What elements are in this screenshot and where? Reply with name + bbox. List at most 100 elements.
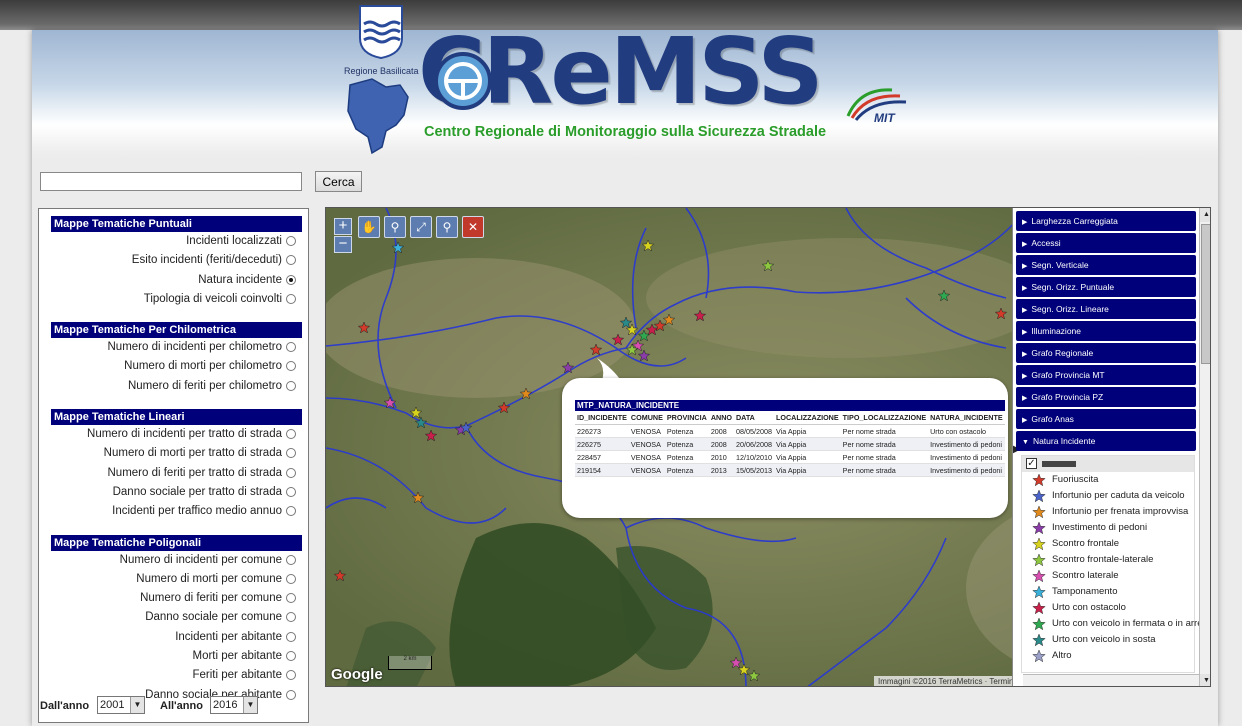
zoom-out-button[interactable]: − — [334, 236, 352, 253]
option-radio[interactable] — [286, 448, 296, 459]
scroll-down-icon[interactable]: ▼ — [1200, 674, 1210, 686]
thematic-maps-panel: Mappe Tematiche Puntuali Incidenti locali… — [38, 208, 309, 723]
thematic-option[interactable]: Incidenti localizzati — [51, 232, 302, 251]
layer-item[interactable]: ▶ Segn. Orizz. Lineare — [1016, 299, 1196, 319]
option-radio[interactable] — [286, 573, 296, 584]
option-radio[interactable] — [286, 429, 296, 440]
scroll-up-icon[interactable]: ▲ — [1200, 208, 1210, 222]
option-label: Numero di feriti per tratto di strada — [107, 466, 283, 479]
chevron-right-icon: ▶ — [1022, 395, 1028, 402]
pan-hand-icon[interactable]: ✋ — [358, 216, 380, 238]
option-label: Numero di incidenti per tratto di strada — [87, 428, 282, 441]
layer-item[interactable]: ▶ Grafo Regionale — [1016, 343, 1196, 363]
option-radio[interactable] — [286, 631, 296, 642]
thematic-option[interactable]: Danno sociale per tratto di strada — [51, 483, 302, 502]
search-input[interactable] — [40, 172, 302, 191]
thematic-option[interactable]: Feriti per abitante — [51, 666, 302, 685]
option-radio[interactable] — [286, 612, 296, 623]
table-cell: VENOSA — [628, 437, 665, 451]
layer-visibility-checkbox[interactable]: ✓ — [1026, 458, 1037, 469]
year-to-label: All'anno — [160, 700, 203, 712]
thematic-option[interactable]: Numero di incidenti per chilometro — [51, 338, 302, 357]
layer-label: Grafo Regionale — [1031, 348, 1094, 358]
thematic-option[interactable]: Natura incidente — [51, 271, 302, 290]
chevron-down-icon[interactable]: ▼ — [130, 697, 144, 713]
year-from-label: Dall'anno — [40, 700, 90, 712]
thematic-option[interactable]: Incidenti per traffico medio annuo — [51, 502, 302, 521]
option-radio[interactable] — [286, 467, 296, 478]
legend-item: Infortunio per caduta da veicolo — [1022, 488, 1194, 504]
clear-selection-icon[interactable]: ✕ — [462, 216, 484, 238]
full-extent-icon[interactable]: ⤢ — [410, 216, 432, 238]
layer-item[interactable]: ▶ Segn. Orizz. Puntuale — [1016, 277, 1196, 297]
option-radio[interactable] — [286, 380, 296, 391]
thematic-option[interactable]: Numero di morti per comune — [51, 570, 302, 589]
option-radio[interactable] — [286, 361, 296, 372]
scale-bar: 2 km — [388, 656, 432, 670]
legend-horizontal-scrollbar[interactable] — [1023, 674, 1199, 686]
option-label: Numero di incidenti per comune — [119, 553, 282, 566]
table-cell: 20/06/2008 — [733, 437, 774, 451]
year-to-select[interactable]: 2016 ▼ — [210, 696, 258, 714]
zoom-in-button[interactable]: + — [334, 218, 352, 235]
search-button[interactable]: Cerca — [315, 171, 362, 192]
option-label: Incidenti per abitante — [175, 630, 282, 643]
table-cell: Per nome strada — [840, 437, 929, 451]
thematic-option[interactable]: Tipologia di veicoli coinvolti — [51, 290, 302, 309]
thematic-option[interactable]: Numero di feriti per comune — [51, 589, 302, 608]
option-radio[interactable] — [286, 236, 296, 246]
layer-item[interactable]: ▶ Larghezza Carreggiata — [1016, 211, 1196, 231]
layer-item[interactable]: ▶ Accessi — [1016, 233, 1196, 253]
thematic-option[interactable]: Numero di morti per chilometro — [51, 357, 302, 376]
scrollbar-thumb[interactable] — [1201, 224, 1210, 364]
table-cell: 2010 — [708, 450, 734, 464]
legend-item: Scontro laterale — [1022, 568, 1194, 584]
legend-item: Urto con ostacolo — [1022, 600, 1194, 616]
thematic-option[interactable]: Numero di morti per tratto di strada — [51, 444, 302, 463]
option-label: Esito incidenti (feriti/deceduti) — [131, 254, 282, 267]
layer-item[interactable]: ▶ Grafo Provincia MT — [1016, 365, 1196, 385]
zoom-box-icon[interactable]: ⚲ — [384, 216, 406, 238]
chevron-right-icon: ▶ — [1022, 219, 1028, 226]
option-radio[interactable] — [286, 486, 296, 497]
legend-label: Urto con ostacolo — [1052, 602, 1126, 613]
option-label: Incidenti localizzati — [186, 235, 282, 247]
option-label: Tipologia di veicoli coinvolti — [143, 292, 282, 305]
layer-item[interactable]: ▶ Segn. Verticale — [1016, 255, 1196, 275]
option-radio[interactable] — [286, 670, 296, 681]
layer-item[interactable]: ▶ Grafo Anas — [1016, 409, 1196, 429]
map-viewer[interactable]: + − ✋ ⚲ ⤢ ⚲ ✕ MTP_NATURA_INCIDENTE ID_IN… — [325, 207, 1211, 687]
thematic-option[interactable]: Morti per abitante — [51, 647, 302, 666]
option-radio[interactable] — [286, 506, 296, 517]
option-radio[interactable] — [286, 255, 296, 266]
option-label: Danno sociale per tratto di strada — [112, 485, 282, 498]
option-radio[interactable] — [286, 342, 296, 353]
star-marker-icon — [1032, 537, 1046, 551]
table-cell: 2008 — [708, 437, 734, 451]
table-header-cell: NATURA_INCIDENTE — [928, 411, 1005, 425]
thematic-option[interactable]: Esito incidenti (feriti/deceduti) — [51, 251, 302, 270]
thematic-option[interactable]: Danno sociale per comune — [51, 608, 302, 627]
thematic-option[interactable]: Incidenti per abitante — [51, 628, 302, 647]
popup-title: MTP_NATURA_INCIDENTE — [575, 400, 1005, 411]
layer-item[interactable]: ▶ Grafo Provincia PZ — [1016, 387, 1196, 407]
layer-item[interactable]: ▶ Illuminazione — [1016, 321, 1196, 341]
option-radio[interactable] — [286, 274, 296, 285]
popup-table: MTP_NATURA_INCIDENTE ID_INCIDENTE COMUNE P… — [575, 400, 1005, 477]
section-title: Mappe Tematiche Per Chilometrica — [51, 322, 302, 339]
layer-panel-scrollbar[interactable]: ▲ ▼ — [1199, 208, 1210, 686]
option-radio[interactable] — [286, 593, 296, 604]
year-from-select[interactable]: 2001 ▼ — [97, 696, 145, 714]
option-radio[interactable] — [286, 651, 296, 662]
chevron-down-icon[interactable]: ▼ — [243, 697, 257, 713]
layer-item[interactable]: ▼ Natura Incidente — [1016, 431, 1196, 451]
thematic-option[interactable]: Numero di incidenti per comune — [51, 551, 302, 570]
thematic-option[interactable]: Numero di feriti per tratto di strada — [51, 464, 302, 483]
opacity-slider[interactable] — [1042, 461, 1076, 467]
identify-icon[interactable]: ⚲ — [436, 216, 458, 238]
thematic-option[interactable]: Numero di incidenti per tratto di strada — [51, 425, 302, 444]
option-label: Numero di incidenti per chilometro — [107, 341, 283, 354]
option-radio[interactable] — [286, 293, 296, 304]
thematic-option[interactable]: Numero di feriti per chilometro — [51, 377, 302, 396]
option-radio[interactable] — [286, 554, 296, 565]
